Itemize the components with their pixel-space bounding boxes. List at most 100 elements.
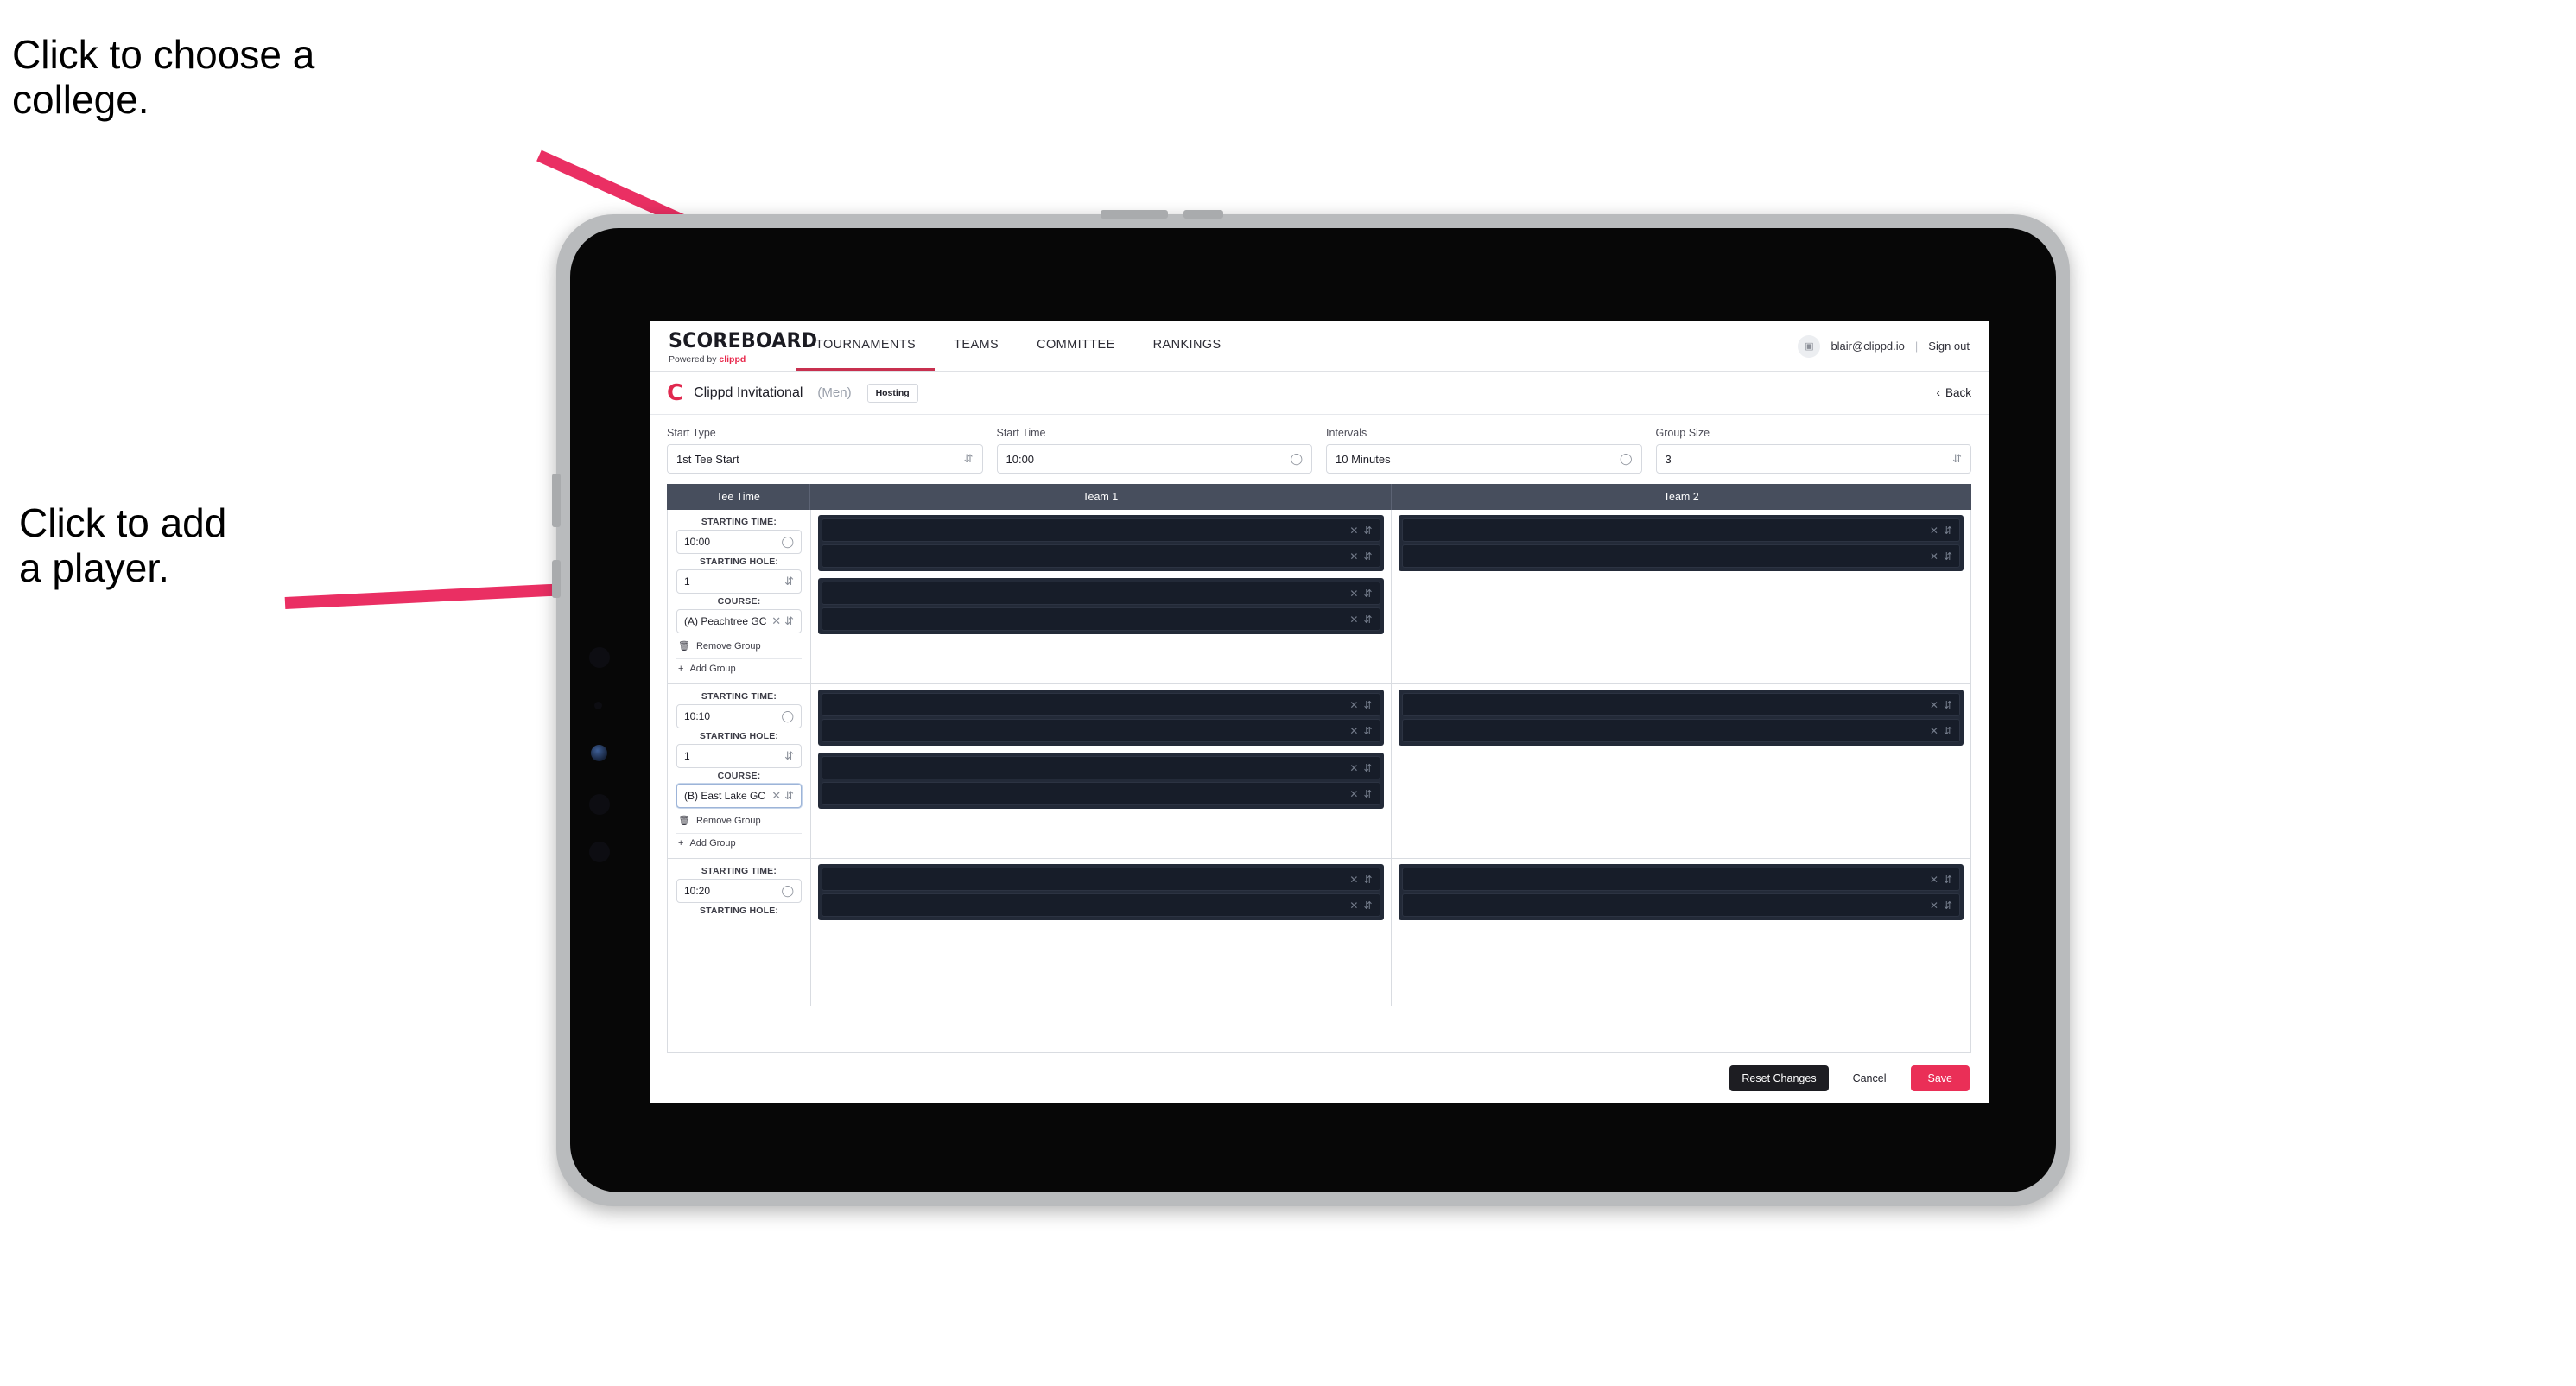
action-footer: Reset Changes Cancel Save	[650, 1053, 1989, 1103]
indicator-light-icon	[591, 745, 607, 761]
player-select[interactable]: ✕ ⇵	[1401, 719, 1960, 742]
close-x-icon[interactable]: ✕	[1930, 525, 1938, 537]
player-select[interactable]: ✕ ⇵	[1401, 693, 1960, 716]
player-select[interactable]: ✕ ⇵	[822, 544, 1380, 568]
close-x-icon[interactable]: ✕	[1930, 900, 1938, 912]
device-power-button[interactable]	[1183, 210, 1223, 219]
close-x-icon[interactable]: ✕	[1349, 699, 1358, 711]
team-1-cell: ✕ ⇵ ✕ ⇵ ✕ ⇵ ✕ ⇵	[811, 684, 1392, 858]
brand-sub-prefix: Powered by	[669, 353, 720, 365]
close-x-icon[interactable]: ✕	[1349, 525, 1358, 537]
starting-time-input[interactable]: 10:00 ◯	[676, 530, 802, 554]
player-select[interactable]: ✕ ⇵	[822, 693, 1380, 716]
brand-logo[interactable]: SCOREBOARD Powered by clippd	[650, 321, 817, 371]
player-slot-group: ✕ ⇵ ✕ ⇵	[818, 753, 1384, 809]
tablet-device: SCOREBOARD Powered by clippd TOURNAMENTS…	[552, 210, 2070, 1206]
remove-group-button[interactable]: 🗑 Remove Group	[676, 811, 802, 830]
start-type-select[interactable]: 1st Tee Start ⇵	[667, 444, 983, 474]
device-volume-button[interactable]	[1101, 210, 1168, 219]
player-select[interactable]: ✕ ⇵	[822, 518, 1380, 542]
close-x-icon[interactable]: ✕	[1349, 614, 1358, 626]
player-slot-group: ✕ ⇵ ✕ ⇵	[1398, 690, 1964, 746]
stepper-icon: ⇵	[1363, 524, 1373, 537]
stepper-icon: ⇵	[784, 575, 794, 588]
stepper-icon: ⇵	[1363, 761, 1373, 774]
brand-subtitle: Powered by clippd	[669, 354, 796, 365]
starting-time-input[interactable]: 10:20 ◯	[676, 879, 802, 903]
field-start-time: Start Time 10:00 ◯	[996, 427, 1312, 474]
stepper-icon: ⇵	[1943, 873, 1952, 886]
player-slot-group: ✕ ⇵ ✕ ⇵	[818, 578, 1384, 634]
nav-tab-rankings[interactable]: RANKINGS	[1134, 321, 1240, 371]
close-x-icon[interactable]: ✕	[1930, 699, 1938, 711]
player-select[interactable]: ✕ ⇵	[822, 756, 1380, 779]
device-side-button-lower[interactable]	[552, 560, 561, 598]
starting-hole-select[interactable]: 1 ⇵	[676, 569, 802, 594]
user-separator: |	[1914, 340, 1919, 353]
brand-sub-name: clippd	[719, 353, 746, 365]
close-x-icon[interactable]: ✕	[771, 614, 781, 628]
nav-tab-committee[interactable]: COMMITTEE	[1018, 321, 1134, 371]
close-x-icon[interactable]: ✕	[1349, 588, 1358, 600]
plus-icon: +	[678, 664, 684, 674]
team-1-cell: ✕ ⇵ ✕ ⇵ ✕ ⇵ ✕ ⇵	[811, 510, 1392, 683]
close-x-icon[interactable]: ✕	[1930, 874, 1938, 886]
player-select[interactable]: ✕ ⇵	[1401, 544, 1960, 568]
close-x-icon[interactable]: ✕	[1349, 900, 1358, 912]
remove-group-label: Remove Group	[695, 640, 761, 652]
close-x-icon[interactable]: ✕	[1349, 762, 1358, 774]
user-email: blair@clippd.io	[1830, 340, 1905, 353]
close-x-icon[interactable]: ✕	[1930, 550, 1938, 563]
starting-hole-label: STARTING HOLE:	[699, 731, 779, 741]
starting-time-value: 10:10	[684, 710, 711, 722]
add-group-button[interactable]: + Add Group	[676, 833, 802, 853]
close-x-icon[interactable]: ✕	[1349, 725, 1358, 737]
intervals-input[interactable]: 10 Minutes ◯	[1326, 444, 1642, 474]
close-x-icon[interactable]: ✕	[1930, 725, 1938, 737]
player-slot-group: ✕ ⇵ ✕ ⇵	[818, 690, 1384, 746]
avatar[interactable]: ▣	[1798, 334, 1821, 358]
player-select[interactable]: ✕ ⇵	[822, 782, 1380, 805]
chevron-left-icon: ‹	[1936, 386, 1940, 399]
player-select[interactable]: ✕ ⇵	[1401, 868, 1960, 891]
remove-group-button[interactable]: 🗑 Remove Group	[676, 636, 802, 656]
sign-out-link[interactable]: Sign out	[1928, 340, 1970, 353]
course-select[interactable]: (A) Peachtree GC ✕ ⇵	[676, 609, 802, 633]
close-x-icon[interactable]: ✕	[1349, 874, 1358, 886]
stepper-icon: ⇵	[1363, 873, 1373, 886]
nav-tabs: TOURNAMENTS TEAMS COMMITTEE RANKINGS	[796, 321, 1240, 371]
group-size-select[interactable]: 3 ⇵	[1655, 444, 1971, 474]
player-select[interactable]: ✕ ⇵	[822, 607, 1380, 631]
starting-time-input[interactable]: 10:10 ◯	[676, 704, 802, 728]
field-start-type-label: Start Type	[667, 427, 716, 439]
add-group-button[interactable]: + Add Group	[676, 658, 802, 678]
nav-tab-teams[interactable]: TEAMS	[935, 321, 1018, 371]
starting-hole-select[interactable]: 1 ⇵	[676, 744, 802, 768]
cancel-button[interactable]: Cancel	[1841, 1065, 1899, 1091]
field-intervals-label: Intervals	[1326, 427, 1367, 439]
player-select[interactable]: ✕ ⇵	[822, 582, 1380, 605]
close-x-icon[interactable]: ✕	[1349, 788, 1358, 800]
stepper-icon: ⇵	[1363, 724, 1373, 737]
close-x-icon[interactable]: ✕	[1349, 550, 1358, 563]
table-row: STARTING TIME: 10:00 ◯ STARTING HOLE: 1 …	[668, 510, 1970, 684]
player-select[interactable]: ✕ ⇵	[822, 719, 1380, 742]
save-button[interactable]: Save	[1910, 1065, 1970, 1091]
course-select[interactable]: (B) East Lake GC ✕ ⇵	[676, 784, 802, 808]
player-select[interactable]: ✕ ⇵	[822, 868, 1380, 891]
start-time-input[interactable]: 10:00 ◯	[996, 444, 1312, 474]
close-x-icon[interactable]: ✕	[771, 789, 781, 803]
back-label: Back	[1945, 386, 1971, 399]
player-select[interactable]: ✕ ⇵	[1401, 893, 1960, 917]
course-label: COURSE:	[717, 596, 761, 607]
player-select[interactable]: ✕ ⇵	[1401, 518, 1960, 542]
team-1-cell: ✕ ⇵ ✕ ⇵	[811, 859, 1392, 1006]
stepper-icon: ⇵	[1363, 787, 1373, 800]
player-select[interactable]: ✕ ⇵	[822, 893, 1380, 917]
device-side-button-upper[interactable]	[552, 474, 561, 527]
clock-icon: ◯	[1290, 452, 1303, 465]
status-badge: Hosting	[866, 383, 918, 403]
back-link[interactable]: ‹ Back	[1936, 386, 1971, 399]
stepper-icon: ⇵	[784, 789, 794, 802]
reset-changes-button[interactable]: Reset Changes	[1729, 1065, 1829, 1091]
